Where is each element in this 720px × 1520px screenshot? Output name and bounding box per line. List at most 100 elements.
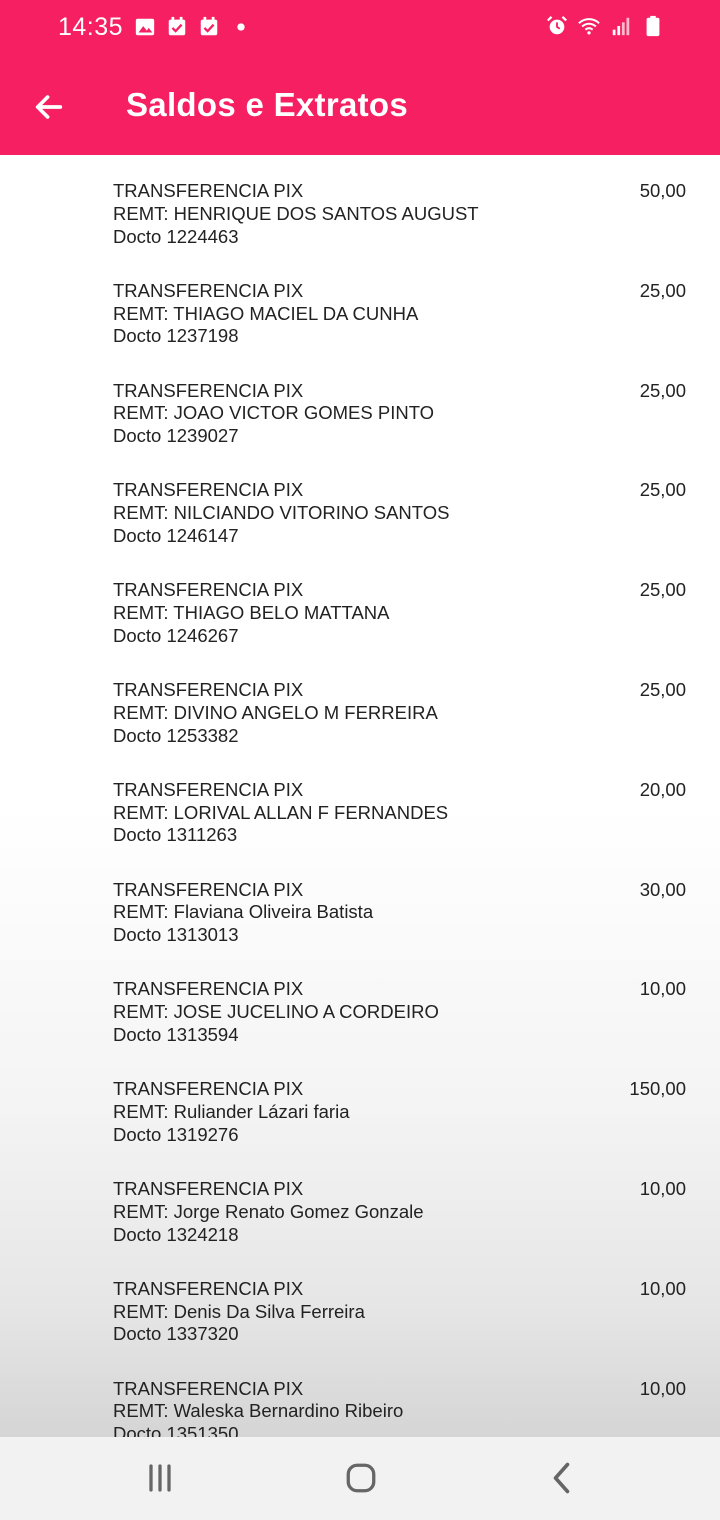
transaction-doc: Docto 1239027	[113, 425, 239, 447]
transaction-type: TRANSFERENCIA PIX	[113, 978, 304, 1000]
transaction-doc: Docto 1324218	[113, 1223, 239, 1245]
status-bar: 14:35	[0, 0, 720, 58]
transaction-details: TRANSFERENCIA PIX REMT: NILCIANDO VITORIN…	[113, 479, 449, 547]
navigation-bar	[0, 1437, 720, 1520]
transaction-sender: REMT: Flaviana Oliveira Batista	[113, 901, 374, 923]
transaction-row[interactable]: TRANSFERENCIA PIX REMT: LORIVAL ALLAN F F…	[0, 754, 720, 854]
transaction-doc: Docto 1311263	[113, 824, 238, 846]
transaction-type: TRANSFERENCIA PIX	[113, 679, 304, 700]
arrow-left-icon	[35, 95, 63, 119]
transaction-type: TRANSFERENCIA PIX	[113, 279, 304, 301]
transaction-row[interactable]: TRANSFERENCIA PIX REMT: HENRIQUE DOS SANT…	[0, 155, 720, 255]
transaction-row[interactable]: TRANSFERENCIA PIX REMT: NILCIANDO VITORIN…	[0, 454, 720, 554]
notification-icons	[134, 16, 252, 38]
transaction-list[interactable]: TRANSFERENCIA PIX REMT: HENRIQUE DOS SANT…	[0, 155, 720, 1437]
transaction-type: TRANSFERENCIA PIX	[113, 379, 304, 401]
transaction-details: TRANSFERENCIA PIX REMT: Jorge Renato Gome…	[113, 1178, 424, 1246]
transaction-amount: 10,00	[639, 1377, 686, 1399]
home-button[interactable]	[336, 1455, 386, 1501]
back-button[interactable]	[28, 86, 70, 128]
alarm-icon	[546, 15, 568, 37]
transaction-sender: REMT: Waleska Bernardino Ribeiro	[113, 1400, 404, 1422]
transaction-row[interactable]: TRANSFERENCIA PIX REMT: Flaviana Oliveira…	[0, 854, 720, 954]
transaction-doc: Docto 1253382	[113, 724, 239, 746]
transaction-type: TRANSFERENCIA PIX	[113, 778, 304, 800]
transaction-row[interactable]: TRANSFERENCIA PIX REMT: DIVINO ANGELO M F…	[0, 654, 720, 754]
transaction-type: TRANSFERENCIA PIX	[113, 1277, 304, 1299]
transaction-details: TRANSFERENCIA PIX REMT: Ruliander Lázari …	[113, 1078, 349, 1146]
transaction-sender: REMT: Denis Da Silva Ferreira	[113, 1300, 365, 1322]
transaction-amount: 150,00	[629, 1078, 686, 1100]
transaction-type: TRANSFERENCIA PIX	[113, 1078, 304, 1100]
transaction-row[interactable]: TRANSFERENCIA PIX REMT: JOSE JUCELINO A C…	[0, 953, 720, 1053]
transaction-amount: 30,00	[639, 878, 686, 900]
home-icon	[346, 1463, 376, 1493]
transaction-details: TRANSFERENCIA PIX REMT: Waleska Bernardin…	[113, 1378, 403, 1437]
calendar-check-icon	[198, 16, 220, 38]
transaction-sender: REMT: HENRIQUE DOS SANTOS AUGUST	[113, 202, 479, 224]
transaction-sender: REMT: DIVINO ANGELO M FERREIRA	[113, 701, 438, 723]
transaction-row[interactable]: TRANSFERENCIA PIX REMT: THIAGO MACIEL DA …	[0, 255, 720, 355]
transaction-sender: REMT: THIAGO MACIEL DA CUNHA	[113, 302, 419, 324]
transaction-doc: Docto 1337320	[113, 1323, 239, 1345]
transaction-row[interactable]: TRANSFERENCIA PIX REMT: JOAO VICTOR GOMES…	[0, 355, 720, 455]
transaction-sender: REMT: JOSE JUCELINO A CORDEIRO	[113, 1001, 439, 1023]
transaction-row[interactable]: TRANSFERENCIA PIX REMT: Jorge Renato Gome…	[0, 1153, 720, 1253]
transaction-amount: 10,00	[639, 1277, 686, 1299]
transaction-type: TRANSFERENCIA PIX	[113, 479, 304, 501]
transaction-type: TRANSFERENCIA PIX	[113, 579, 304, 601]
calendar-check-icon	[166, 16, 188, 38]
transaction-doc: Docto 1246147	[113, 524, 239, 546]
transaction-row[interactable]: TRANSFERENCIA PIX REMT: Ruliander Lázari …	[0, 1053, 720, 1153]
transaction-details: TRANSFERENCIA PIX REMT: Denis Da Silva Fe…	[113, 1278, 365, 1346]
transaction-sender: REMT: NILCIANDO VITORINO SANTOS	[113, 502, 450, 524]
wifi-icon	[578, 15, 600, 37]
transaction-amount: 10,00	[639, 1178, 686, 1199]
transaction-amount: 25,00	[639, 479, 686, 501]
transaction-type: TRANSFERENCIA PIX	[113, 180, 304, 201]
app-bar: Saldos e Extratos	[0, 58, 720, 155]
transaction-doc: Docto 1224463	[113, 225, 239, 247]
image-icon	[134, 16, 156, 38]
transaction-details: TRANSFERENCIA PIX REMT: DIVINO ANGELO M F…	[113, 679, 438, 747]
dot-icon	[230, 16, 252, 38]
transaction-sender: REMT: THIAGO BELO MATTANA	[113, 601, 390, 623]
transaction-amount: 20,00	[639, 778, 686, 800]
transaction-row[interactable]: TRANSFERENCIA PIX REMT: Denis Da Silva Fe…	[0, 1253, 720, 1353]
transaction-amount: 50,00	[639, 180, 686, 201]
page-title: Saldos e Extratos	[126, 86, 409, 123]
transaction-sender: REMT: Jorge Renato Gomez Gonzale	[113, 1200, 424, 1222]
transaction-sender: REMT: Ruliander Lázari faria	[113, 1100, 350, 1122]
recent-apps-icon	[149, 1464, 171, 1492]
status-time: 14:35	[58, 13, 124, 41]
transaction-amount: 25,00	[639, 679, 686, 700]
transaction-sender: REMT: LORIVAL ALLAN F FERNANDES	[113, 801, 449, 823]
transaction-doc: Docto 1237198	[113, 325, 239, 347]
transaction-details: TRANSFERENCIA PIX REMT: Flaviana Oliveira…	[113, 879, 373, 947]
transaction-doc: Docto 1351350	[113, 1423, 239, 1437]
transaction-amount: 10,00	[639, 978, 686, 1000]
transaction-doc: Docto 1313594	[113, 1023, 239, 1045]
transaction-amount: 25,00	[639, 279, 686, 301]
transaction-row[interactable]: TRANSFERENCIA PIX REMT: THIAGO BELO MATTA…	[0, 554, 720, 654]
transaction-type: TRANSFERENCIA PIX	[113, 1178, 304, 1199]
transaction-type: TRANSFERENCIA PIX	[113, 1377, 304, 1399]
transaction-details: TRANSFERENCIA PIX REMT: THIAGO MACIEL DA …	[113, 280, 418, 348]
battery-icon	[642, 15, 664, 37]
transaction-sender: REMT: JOAO VICTOR GOMES PINTO	[113, 402, 435, 424]
transaction-details: TRANSFERENCIA PIX REMT: HENRIQUE DOS SANT…	[113, 180, 479, 248]
transaction-details: TRANSFERENCIA PIX REMT: THIAGO BELO MATTA…	[113, 579, 390, 647]
back-icon	[553, 1462, 570, 1494]
transaction-doc: Docto 1313013	[113, 924, 239, 946]
system-back-button[interactable]	[538, 1455, 588, 1501]
transaction-details: TRANSFERENCIA PIX REMT: JOSE JUCELINO A C…	[113, 978, 439, 1046]
transaction-amount: 25,00	[639, 379, 686, 401]
transaction-row[interactable]: TRANSFERENCIA PIX REMT: Waleska Bernardin…	[0, 1353, 720, 1437]
system-icons	[546, 15, 664, 37]
transaction-doc: Docto 1246267	[113, 624, 239, 646]
recent-apps-button[interactable]	[135, 1455, 185, 1501]
transaction-type: TRANSFERENCIA PIX	[113, 878, 304, 900]
transaction-details: TRANSFERENCIA PIX REMT: LORIVAL ALLAN F F…	[113, 779, 448, 847]
signal-icon	[610, 15, 632, 37]
transaction-doc: Docto 1319276	[113, 1123, 239, 1145]
